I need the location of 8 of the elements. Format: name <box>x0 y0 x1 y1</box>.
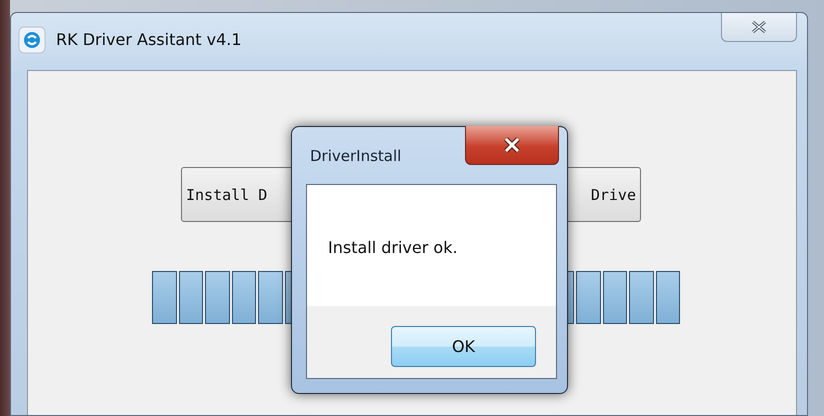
close-button[interactable] <box>465 126 559 165</box>
window-title: RK Driver Assitant v4.1 <box>56 30 243 49</box>
close-icon <box>502 137 522 153</box>
dialog-message: Install driver ok. <box>328 238 458 257</box>
close-icon <box>750 20 768 34</box>
dialog-title: DriverInstall <box>310 147 402 165</box>
ok-button[interactable]: OK <box>391 326 536 367</box>
app-logo-icon <box>18 26 46 54</box>
